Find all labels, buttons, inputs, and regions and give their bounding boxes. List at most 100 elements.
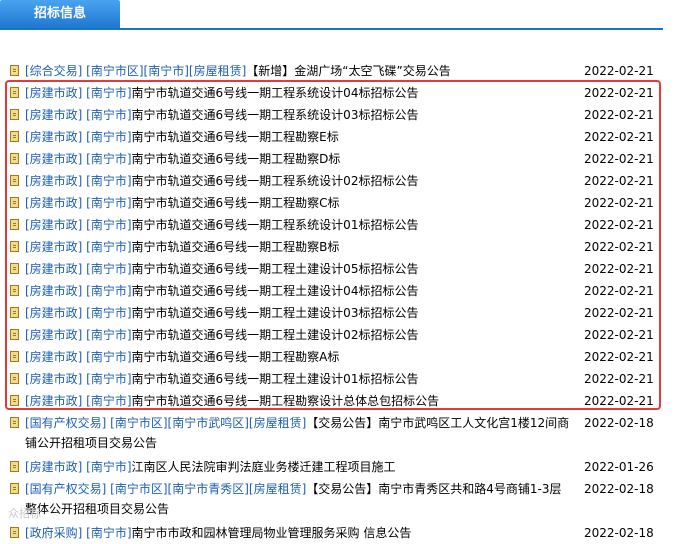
notice-link[interactable]: [房建市政] [南宁市]南宁市轨道交通6号线一期工程勘察C标 <box>25 192 570 214</box>
notice-link[interactable]: [房建市政] [南宁市]江南区人民法院审判法庭业务楼迁建工程项目施工 <box>25 456 570 478</box>
notice-title[interactable]: 南宁市轨道交通6号线一期工程系统设计02标招标公告 <box>132 174 419 188</box>
category-tags[interactable]: [房建市政] [南宁市] <box>25 174 132 188</box>
category-tags[interactable]: [房建市政] [南宁市] <box>25 460 132 474</box>
notice-link[interactable]: [房建市政] [南宁市]南宁市轨道交通6号线一期工程土建设计04标招标公告 <box>25 280 570 302</box>
notice-title[interactable]: 南宁市轨道交通6号线一期工程土建设计03标招标公告 <box>132 306 419 320</box>
notice-link[interactable]: [房建市政] [南宁市]南宁市轨道交通6号线一期工程土建设计05标招标公告 <box>25 258 570 280</box>
category-tags[interactable]: [房建市政] [南宁市] <box>25 218 132 232</box>
document-icon <box>10 109 19 120</box>
list-item[interactable]: [房建市政] [南宁市]南宁市轨道交通6号线一期工程勘察C标 2022-02-21 <box>8 192 658 214</box>
category-tags[interactable]: [房建市政] [南宁市] <box>25 372 132 386</box>
publish-date: 2022-02-18 <box>584 416 654 430</box>
notice-link[interactable]: [房建市政] [南宁市]南宁市轨道交通6号线一期工程系统设计01标招标公告 <box>25 214 570 236</box>
list-item[interactable]: [政府采购] [南宁市]南宁市市政和园林管理局物业管理服务采购 信息公告 2022… <box>8 522 658 544</box>
notice-title[interactable]: 南宁市轨道交通6号线一期工程勘察设计总体总包招标公告 <box>132 394 440 408</box>
notice-link[interactable]: [房建市政] [南宁市]南宁市轨道交通6号线一期工程勘察A标 <box>25 346 570 368</box>
category-tags[interactable]: [房建市政] [南宁市] <box>25 86 132 100</box>
publish-date: 2022-02-21 <box>584 284 654 298</box>
document-icon <box>10 153 19 164</box>
notice-title[interactable]: 南宁市轨道交通6号线一期工程土建设计05标招标公告 <box>132 262 419 276</box>
category-tags[interactable]: [房建市政] [南宁市] <box>25 394 132 408</box>
document-icon <box>10 417 19 428</box>
list-item[interactable]: [房建市政] [南宁市]南宁市轨道交通6号线一期工程土建设计03标招标公告 202… <box>8 302 658 324</box>
publish-date: 2022-02-18 <box>584 482 654 496</box>
category-tags[interactable]: [房建市政] [南宁市] <box>25 306 132 320</box>
list-item[interactable]: [国有产权交易] [南宁市区][南宁市青秀区][房屋租赁]【交易公告】南宁市青秀… <box>8 478 658 522</box>
publish-date: 2022-02-21 <box>584 394 654 408</box>
notice-title[interactable]: 【新增】金湖广场“太空飞碟”交易公告 <box>246 64 450 78</box>
publish-date: 2022-02-21 <box>584 306 654 320</box>
notice-link[interactable]: [房建市政] [南宁市]南宁市轨道交通6号线一期工程勘察E标 <box>25 126 570 148</box>
category-tags[interactable]: [房建市政] [南宁市] <box>25 328 132 342</box>
list-item[interactable]: [房建市政] [南宁市]南宁市轨道交通6号线一期工程系统设计04标招标公告 202… <box>8 82 658 104</box>
category-tags[interactable]: [房建市政] [南宁市] <box>25 350 132 364</box>
notice-link[interactable]: [房建市政] [南宁市]南宁市轨道交通6号线一期工程勘察设计总体总包招标公告 <box>25 390 570 412</box>
notice-link[interactable]: [综合交易] [南宁市区][南宁市][房屋租赁]【新增】金湖广场“太空飞碟”交易… <box>25 60 570 82</box>
notice-link[interactable]: [房建市政] [南宁市]南宁市轨道交通6号线一期工程土建设计01标招标公告 <box>25 368 570 390</box>
list-item[interactable]: [房建市政] [南宁市]南宁市轨道交通6号线一期工程土建设计05标招标公告 202… <box>8 258 658 280</box>
document-icon <box>10 241 19 252</box>
notice-link[interactable]: [房建市政] [南宁市]南宁市轨道交通6号线一期工程土建设计02标招标公告 <box>25 324 570 346</box>
notice-link[interactable]: [国有产权交易] [南宁市区][南宁市青秀区][房屋租赁]【交易公告】南宁市青秀… <box>25 479 570 519</box>
notice-title[interactable]: 南宁市轨道交通6号线一期工程勘察A标 <box>132 350 340 364</box>
publish-date: 2022-02-21 <box>584 328 654 342</box>
notice-link[interactable]: [房建市政] [南宁市]南宁市轨道交通6号线一期工程系统设计04标招标公告 <box>25 82 570 104</box>
publish-date: 2022-02-21 <box>584 218 654 232</box>
list-item[interactable]: [房建市政] [南宁市]南宁市轨道交通6号线一期工程系统设计01标招标公告 202… <box>8 214 658 236</box>
notice-title[interactable]: 江南区人民法院审判法庭业务楼迁建工程项目施工 <box>132 460 396 474</box>
list-item[interactable]: [房建市政] [南宁市]南宁市轨道交通6号线一期工程勘察设计总体总包招标公告 20… <box>8 390 658 412</box>
category-tags[interactable]: [综合交易] [南宁市区][南宁市][房屋租赁] <box>25 64 246 78</box>
list-item[interactable]: [房建市政] [南宁市]南宁市轨道交通6号线一期工程勘察A标 2022-02-21 <box>8 346 658 368</box>
document-icon <box>10 329 19 340</box>
category-tags[interactable]: [房建市政] [南宁市] <box>25 196 132 210</box>
list-item[interactable]: [国有产权交易] [南宁市区][南宁市武鸣区][房屋租赁]【交易公告】南宁市武鸣… <box>8 412 658 456</box>
notice-title[interactable]: 南宁市轨道交通6号线一期工程系统设计04标招标公告 <box>132 86 419 100</box>
category-tags[interactable]: [房建市政] [南宁市] <box>25 152 132 166</box>
list-item[interactable]: [房建市政] [南宁市]南宁市轨道交通6号线一期工程系统设计03标招标公告 202… <box>8 104 658 126</box>
tab-bidding-info[interactable]: 招标信息 <box>0 0 120 28</box>
notice-title[interactable]: 南宁市轨道交通6号线一期工程勘察B标 <box>132 240 340 254</box>
category-tags[interactable]: [房建市政] [南宁市] <box>25 284 132 298</box>
list-item[interactable]: [房建市政] [南宁市]南宁市轨道交通6号线一期工程土建设计04标招标公告 202… <box>8 280 658 302</box>
notice-link[interactable]: [房建市政] [南宁市]南宁市轨道交通6号线一期工程土建设计03标招标公告 <box>25 302 570 324</box>
list-item[interactable]: [房建市政] [南宁市]南宁市轨道交通6号线一期工程勘察E标 2022-02-21 <box>8 126 658 148</box>
notice-title[interactable]: 南宁市轨道交通6号线一期工程土建设计04标招标公告 <box>132 284 419 298</box>
notice-link[interactable]: [房建市政] [南宁市]南宁市轨道交通6号线一期工程勘察B标 <box>25 236 570 258</box>
notice-title[interactable]: 南宁市轨道交通6号线一期工程系统设计03标招标公告 <box>132 108 419 122</box>
list-item[interactable]: [房建市政] [南宁市]江南区人民法院审判法庭业务楼迁建工程项目施工 2022-0… <box>8 456 658 478</box>
notice-link[interactable]: [房建市政] [南宁市]南宁市轨道交通6号线一期工程系统设计02标招标公告 <box>25 170 570 192</box>
notice-title[interactable]: 南宁市轨道交通6号线一期工程土建设计01标招标公告 <box>132 372 419 386</box>
document-icon <box>10 373 19 384</box>
notice-title[interactable]: 南宁市轨道交通6号线一期工程系统设计01标招标公告 <box>132 218 419 232</box>
category-tags[interactable]: [国有产权交易] [南宁市区][南宁市武鸣区][房屋租赁] <box>25 416 306 430</box>
notice-list: [综合交易] [南宁市区][南宁市][房屋租赁]【新增】金湖广场“太空飞碟”交易… <box>8 60 658 544</box>
category-tags[interactable]: [政府采购] [南宁市] <box>25 526 132 540</box>
list-item[interactable]: [综合交易] [南宁市区][南宁市][房屋租赁]【新增】金湖广场“太空飞碟”交易… <box>8 60 658 82</box>
watermark: 众招标 <box>8 507 41 520</box>
document-icon <box>10 197 19 208</box>
notice-title[interactable]: 南宁市轨道交通6号线一期工程勘察D标 <box>132 152 341 166</box>
list-item[interactable]: [房建市政] [南宁市]南宁市轨道交通6号线一期工程系统设计02标招标公告 202… <box>8 170 658 192</box>
notice-title[interactable]: 南宁市轨道交通6号线一期工程勘察C标 <box>132 196 340 210</box>
document-icon <box>10 483 19 494</box>
category-tags[interactable]: [房建市政] [南宁市] <box>25 108 132 122</box>
list-item[interactable]: [房建市政] [南宁市]南宁市轨道交通6号线一期工程勘察D标 2022-02-21 <box>8 148 658 170</box>
list-item[interactable]: [房建市政] [南宁市]南宁市轨道交通6号线一期工程勘察B标 2022-02-21 <box>8 236 658 258</box>
list-item[interactable]: [房建市政] [南宁市]南宁市轨道交通6号线一期工程土建设计01标招标公告 202… <box>8 368 658 390</box>
category-tags[interactable]: [房建市政] [南宁市] <box>25 240 132 254</box>
notice-link[interactable]: [房建市政] [南宁市]南宁市轨道交通6号线一期工程系统设计03标招标公告 <box>25 104 570 126</box>
notice-link[interactable]: [房建市政] [南宁市]南宁市轨道交通6号线一期工程勘察D标 <box>25 148 570 170</box>
notice-title[interactable]: 南宁市轨道交通6号线一期工程土建设计02标招标公告 <box>132 328 419 342</box>
notice-link[interactable]: [国有产权交易] [南宁市区][南宁市武鸣区][房屋租赁]【交易公告】南宁市武鸣… <box>25 413 570 453</box>
notice-title[interactable]: 南宁市轨道交通6号线一期工程勘察E标 <box>132 130 339 144</box>
notice-link[interactable]: [政府采购] [南宁市]南宁市市政和园林管理局物业管理服务采购 信息公告 <box>25 522 570 544</box>
category-tags[interactable]: [房建市政] [南宁市] <box>25 130 132 144</box>
publish-date: 2022-02-18 <box>584 526 654 540</box>
list-item[interactable]: [房建市政] [南宁市]南宁市轨道交通6号线一期工程土建设计02标招标公告 202… <box>8 324 658 346</box>
notice-title[interactable]: 南宁市市政和园林管理局物业管理服务采购 信息公告 <box>132 526 412 540</box>
document-icon <box>10 263 19 274</box>
document-icon <box>10 395 19 406</box>
category-tags[interactable]: [房建市政] [南宁市] <box>25 262 132 276</box>
category-tags[interactable]: [国有产权交易] [南宁市区][南宁市青秀区][房屋租赁] <box>25 482 306 496</box>
publish-date: 2022-02-21 <box>584 108 654 122</box>
